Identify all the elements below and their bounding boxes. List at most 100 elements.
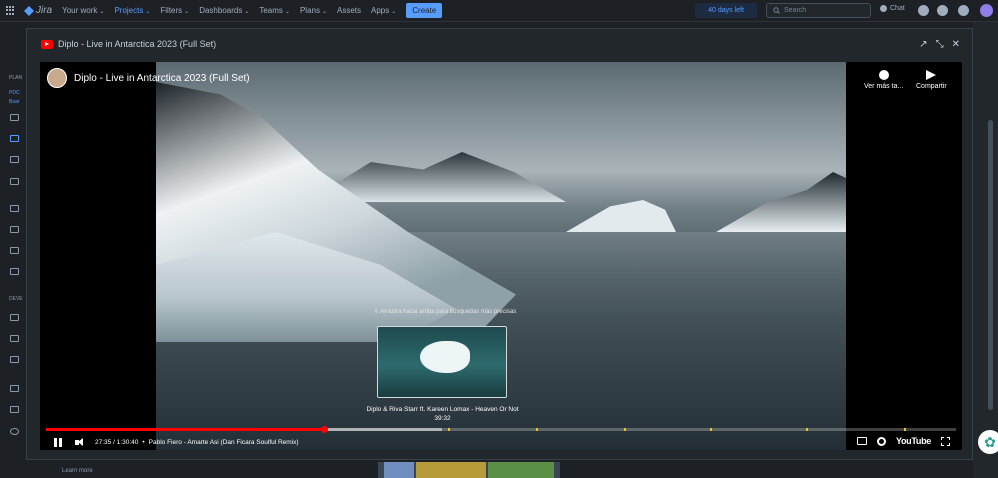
chevron-down-icon: ⌄ xyxy=(99,9,105,15)
user-avatar[interactable] xyxy=(980,4,993,17)
chat-button[interactable]: Chat xyxy=(880,5,905,12)
chapter-marker xyxy=(536,428,538,431)
preview-iceberg xyxy=(420,341,470,373)
project-settings-icon[interactable] xyxy=(10,428,19,435)
nav-your-work-label: Your work xyxy=(62,6,98,15)
nav-assets-label: Assets xyxy=(337,6,362,15)
video-iceberg xyxy=(566,200,676,232)
open-external-icon[interactable]: ↗ xyxy=(919,39,927,50)
code-icon[interactable] xyxy=(10,335,19,342)
chat-icon xyxy=(880,5,887,12)
modal-title: Diplo - Live in Antarctica 2023 (Full Se… xyxy=(58,39,217,49)
chapter-title[interactable]: Pablo Fiero - Amarte Asi (Dan Ficara Sou… xyxy=(149,439,299,446)
separator: • xyxy=(142,438,145,446)
jira-logo[interactable]: Jira xyxy=(24,5,52,16)
player-controls: 27:35 / 1:30:40 • Pablo Fiero - Amarte A… xyxy=(40,434,962,450)
nav-dashboards[interactable]: Dashboards ⌄ xyxy=(199,6,249,15)
time-display: 27:35 / 1:30:40 xyxy=(95,438,139,446)
clock-icon xyxy=(878,70,889,80)
assistant-fab[interactable]: ✿ xyxy=(978,430,998,454)
nav-your-work[interactable]: Your work ⌄ xyxy=(62,6,104,15)
calendar-icon[interactable] xyxy=(10,156,19,163)
timeline-icon[interactable] xyxy=(10,114,19,121)
chevron-down-icon: ⌄ xyxy=(391,9,397,15)
app-name: Jira xyxy=(36,5,53,16)
pages-icon[interactable] xyxy=(10,385,19,392)
nav-filters[interactable]: Filters ⌄ xyxy=(160,6,189,15)
chevron-down-icon: ⌄ xyxy=(284,9,290,15)
project-sidebar: PLAN PDC Boar DEVE xyxy=(0,22,26,478)
page-scrollbar[interactable] xyxy=(988,120,993,410)
list-icon[interactable] xyxy=(10,205,19,212)
progress-scrubber[interactable] xyxy=(320,426,328,433)
nav-plans[interactable]: Plans ⌄ xyxy=(300,6,327,15)
search-input[interactable]: Search xyxy=(766,3,871,18)
seek-preview-title: Diplo & Riva Starr ft. Kareen Lomax - He… xyxy=(366,406,519,413)
youtube-icon xyxy=(41,39,53,49)
app-switcher-icon[interactable] xyxy=(6,5,16,16)
share-button[interactable]: Compartir xyxy=(916,70,947,90)
board-icon[interactable] xyxy=(10,135,19,142)
nav-filters-label: Filters xyxy=(160,6,183,15)
sidebar-development-label: DEVE xyxy=(9,296,23,302)
channel-avatar[interactable] xyxy=(47,68,67,88)
nav-plans-label: Plans xyxy=(299,6,320,15)
video-title[interactable]: Diplo - Live in Antarctica 2023 (Full Se… xyxy=(74,73,250,84)
add-shortcut-icon[interactable] xyxy=(10,406,19,413)
player-right-controls: YouTube xyxy=(856,436,950,446)
settings-icon[interactable] xyxy=(876,436,886,446)
video-player[interactable]: Diplo - Live in Antarctica 2023 (Full Se… xyxy=(40,62,962,450)
progress-bar[interactable] xyxy=(46,426,956,433)
assistant-icon: ✿ xyxy=(984,433,996,450)
create-button[interactable]: Create xyxy=(406,3,443,18)
watch-later-label: Ver más ta... xyxy=(864,83,904,90)
nav-dashboards-label: Dashboards xyxy=(199,6,243,15)
video-right-mountain xyxy=(716,172,846,232)
code-repo-icon[interactable] xyxy=(10,314,19,321)
minimize-icon[interactable]: ⤡ xyxy=(936,39,944,50)
seek-hint: ⇳ Arrastra hacia arriba para búsquedas m… xyxy=(373,309,517,315)
forms-icon[interactable] xyxy=(10,226,19,233)
sidebar-project-link[interactable]: PDC xyxy=(9,90,20,96)
nav-teams-label: Teams xyxy=(259,6,283,15)
subtitles-icon[interactable] xyxy=(856,437,867,445)
trial-badge[interactable]: 40 days left xyxy=(695,3,757,18)
seek-preview-info: Diplo & Riva Starr ft. Kareen Lomax - He… xyxy=(340,405,545,423)
settings-gear-icon[interactable] xyxy=(958,5,969,16)
nav-assets[interactable]: Assets xyxy=(337,6,361,15)
chevron-down-icon: ⌄ xyxy=(244,9,250,15)
chapter-marker xyxy=(904,428,906,431)
notifications-icon[interactable] xyxy=(918,5,929,16)
chapter-marker xyxy=(806,428,808,431)
watch-later-button[interactable]: Ver más ta... xyxy=(864,70,903,90)
chapter-marker xyxy=(710,428,712,431)
seek-preview-time: 39:32 xyxy=(434,415,451,422)
nav-apps-label: Apps xyxy=(371,6,390,15)
youtube-logo-button[interactable]: YouTube xyxy=(896,436,931,446)
nav-projects[interactable]: Projects ⌄ xyxy=(114,6,150,15)
learn-more-link[interactable]: Learn more xyxy=(62,468,93,474)
deployments-icon[interactable] xyxy=(10,356,19,363)
chat-label: Chat xyxy=(890,5,905,12)
sidebar-board-link[interactable]: Boar xyxy=(9,99,20,105)
shortcut-icon[interactable] xyxy=(10,268,19,275)
chapter-marker xyxy=(624,428,626,431)
chevron-down-icon: ⌄ xyxy=(145,9,151,15)
jira-logo-icon xyxy=(24,5,34,16)
share-icon xyxy=(926,70,937,80)
nav-projects-label: Projects xyxy=(114,6,144,15)
volume-icon[interactable] xyxy=(75,437,87,447)
page-backdrop xyxy=(973,22,998,478)
nav-teams[interactable]: Teams ⌄ xyxy=(259,6,290,15)
fullscreen-icon[interactable] xyxy=(941,436,950,446)
board-preview-strip xyxy=(378,462,560,478)
nav-apps[interactable]: Apps ⌄ xyxy=(371,6,396,15)
pause-icon[interactable] xyxy=(54,437,63,447)
reports-icon[interactable] xyxy=(10,178,19,185)
help-icon[interactable] xyxy=(937,5,948,16)
goals-icon[interactable] xyxy=(10,247,19,254)
share-label: Compartir xyxy=(916,83,947,90)
modal-actions: ↗ ⤡ ✕ xyxy=(919,39,960,50)
close-icon[interactable]: ✕ xyxy=(952,39,960,50)
search-placeholder: Search xyxy=(784,7,807,14)
